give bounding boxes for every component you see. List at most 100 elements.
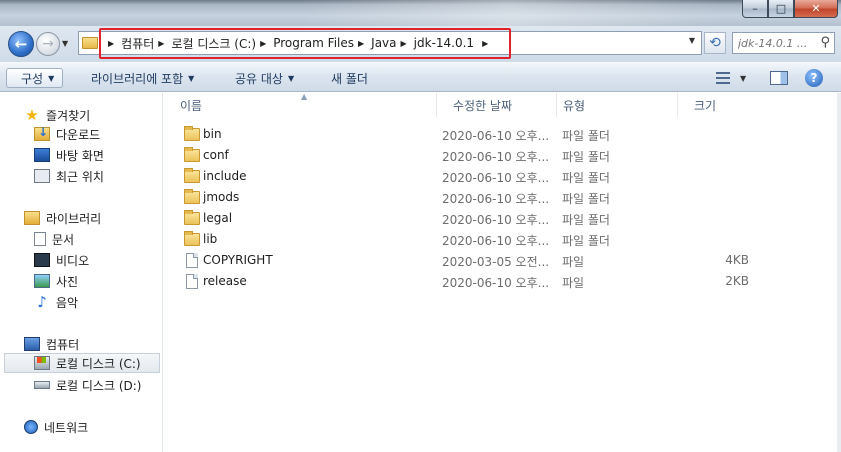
- column-header-type[interactable]: 유형: [557, 93, 678, 117]
- file-type: 파일: [562, 255, 585, 269]
- file-row[interactable]: release 2020-06-10 오후... 파일 2KB: [164, 271, 841, 292]
- file-name: release: [203, 274, 247, 288]
- magnifier-icon[interactable]: ⚲: [820, 35, 830, 50]
- file-row[interactable]: jmods 2020-06-10 오후... 파일 폴더: [164, 187, 841, 208]
- documents-icon: [34, 232, 46, 246]
- share-with-button[interactable]: 공유 대상 ▼: [235, 68, 294, 88]
- maximize-button[interactable]: □: [768, 0, 794, 18]
- back-button[interactable]: ←: [8, 31, 34, 57]
- pictures-icon: [34, 274, 50, 288]
- nav-label: 로컬 디스크 (D:): [56, 378, 142, 393]
- file-name: jmods: [203, 190, 240, 204]
- nav-label: 컴퓨터: [46, 337, 80, 352]
- refresh-button[interactable]: ⟲: [704, 32, 726, 54]
- file-date: 2020-06-10 오후...: [442, 276, 550, 290]
- nav-label: 다운로드: [56, 127, 101, 142]
- forward-button[interactable]: →: [36, 32, 60, 56]
- nav-label: 음악: [56, 295, 79, 310]
- file-date: 2020-06-10 오후...: [442, 150, 550, 164]
- column-header-label: 이름: [180, 98, 203, 113]
- file-list: ▲ 이름 수정한 날짜 유형 크기 bin 2020-06-10 오후... 파…: [164, 92, 841, 452]
- maximize-icon: □: [775, 2, 787, 15]
- folder-icon: [184, 189, 200, 204]
- file-icon: [186, 274, 198, 289]
- computer-icon: [24, 337, 40, 351]
- file-row[interactable]: bin 2020-06-10 오후... 파일 폴더: [164, 124, 841, 145]
- nav-label: 즐겨찾기: [46, 108, 91, 123]
- organize-button[interactable]: 구성 ▼: [6, 68, 64, 88]
- preview-pane-button[interactable]: [770, 68, 788, 88]
- nav-documents[interactable]: 문서: [34, 229, 74, 249]
- nav-music[interactable]: ♪ 음악: [34, 292, 78, 312]
- column-header-label: 크기: [694, 98, 717, 113]
- libraries-icon: [24, 211, 40, 225]
- drive-icon: [34, 381, 50, 389]
- file-name: conf: [203, 148, 229, 162]
- folder-icon: [184, 147, 200, 162]
- file-row[interactable]: lib 2020-06-10 오후... 파일 폴더: [164, 229, 841, 250]
- file-name: COPYRIGHT: [203, 253, 273, 267]
- videos-icon: [34, 253, 50, 267]
- file-name: lib: [203, 232, 218, 246]
- nav-downloads[interactable]: 다운로드: [34, 124, 100, 144]
- minimize-icon: –: [752, 2, 758, 15]
- column-header-size[interactable]: 크기: [678, 93, 841, 117]
- column-header-name[interactable]: 이름: [164, 93, 437, 117]
- command-bar: 구성 ▼ 라이브러리에 포함 ▼ 공유 대상 ▼ 새 폴더 ▼ ?: [0, 62, 841, 92]
- file-date: 2020-06-10 오후...: [442, 192, 550, 206]
- column-header-date[interactable]: 수정한 날짜: [437, 93, 557, 117]
- address-history-dropdown[interactable]: ▼: [689, 36, 695, 45]
- nav-label: 최근 위치: [56, 169, 104, 184]
- file-row[interactable]: legal 2020-06-10 오후... 파일 폴더: [164, 208, 841, 229]
- nav-favorites[interactable]: ★ 즐겨찾기: [24, 105, 90, 125]
- window-right-edge: [837, 93, 841, 452]
- nav-label: 네트워크: [44, 420, 89, 435]
- windows-drive-icon: [34, 356, 50, 370]
- back-arrow-icon: ←: [14, 35, 28, 53]
- nav-label: 로컬 디스크 (C:): [56, 356, 141, 371]
- nav-videos[interactable]: 비디오: [34, 250, 89, 270]
- downloads-folder-icon: [34, 125, 50, 141]
- nav-libraries[interactable]: 라이브러리: [24, 208, 101, 228]
- file-size: 2KB: [725, 274, 749, 288]
- file-type: 파일: [562, 276, 585, 290]
- file-row[interactable]: COPYRIGHT 2020-03-05 오전... 파일 4KB: [164, 250, 841, 271]
- nav-drive-d[interactable]: 로컬 디스크 (D:): [34, 375, 141, 395]
- folder-icon: [184, 210, 200, 225]
- include-in-library-button[interactable]: 라이브러리에 포함 ▼: [91, 68, 194, 88]
- nav-label: 비디오: [56, 253, 90, 268]
- music-note-icon: ♪: [37, 293, 47, 311]
- nav-desktop[interactable]: 바탕 화면: [34, 145, 104, 165]
- nav-pictures[interactable]: 사진: [34, 271, 78, 291]
- file-name: bin: [203, 127, 222, 141]
- file-row[interactable]: conf 2020-06-10 오후... 파일 폴더: [164, 145, 841, 166]
- view-list-icon: [716, 72, 730, 84]
- search-box[interactable]: ⚲: [732, 32, 835, 54]
- minimize-button[interactable]: –: [742, 0, 768, 18]
- nav-label: 사진: [56, 274, 79, 289]
- file-name: legal: [203, 211, 233, 225]
- new-folder-button[interactable]: 새 폴더: [331, 68, 368, 88]
- file-date: 2020-06-10 오후...: [442, 234, 550, 248]
- file-date: 2020-03-05 오전...: [442, 255, 550, 269]
- recent-pages-dropdown[interactable]: ▼: [62, 39, 68, 48]
- file-date: 2020-06-10 오후...: [442, 171, 550, 185]
- window-controls: – □ ✕: [742, 0, 838, 18]
- file-type: 파일 폴더: [562, 213, 610, 227]
- nav-drive-c[interactable]: 로컬 디스크 (C:): [4, 353, 160, 373]
- nav-label: 라이브러리: [46, 211, 102, 226]
- close-button[interactable]: ✕: [794, 0, 838, 18]
- file-row[interactable]: include 2020-06-10 오후... 파일 폴더: [164, 166, 841, 187]
- title-bar: – □ ✕: [0, 0, 841, 26]
- chevron-down-icon: ▼: [287, 73, 295, 83]
- change-view-button[interactable]: ▼: [716, 68, 746, 88]
- search-input[interactable]: [738, 36, 818, 50]
- file-date: 2020-06-10 오후...: [442, 129, 550, 143]
- nav-computer[interactable]: 컴퓨터: [24, 334, 79, 354]
- nav-network[interactable]: 네트워크: [24, 417, 88, 437]
- nav-label: 바탕 화면: [56, 148, 104, 163]
- folder-icon: [82, 37, 98, 49]
- nav-recent-places[interactable]: 최근 위치: [34, 166, 104, 186]
- file-type: 파일 폴더: [562, 150, 610, 164]
- help-button[interactable]: ?: [805, 68, 823, 88]
